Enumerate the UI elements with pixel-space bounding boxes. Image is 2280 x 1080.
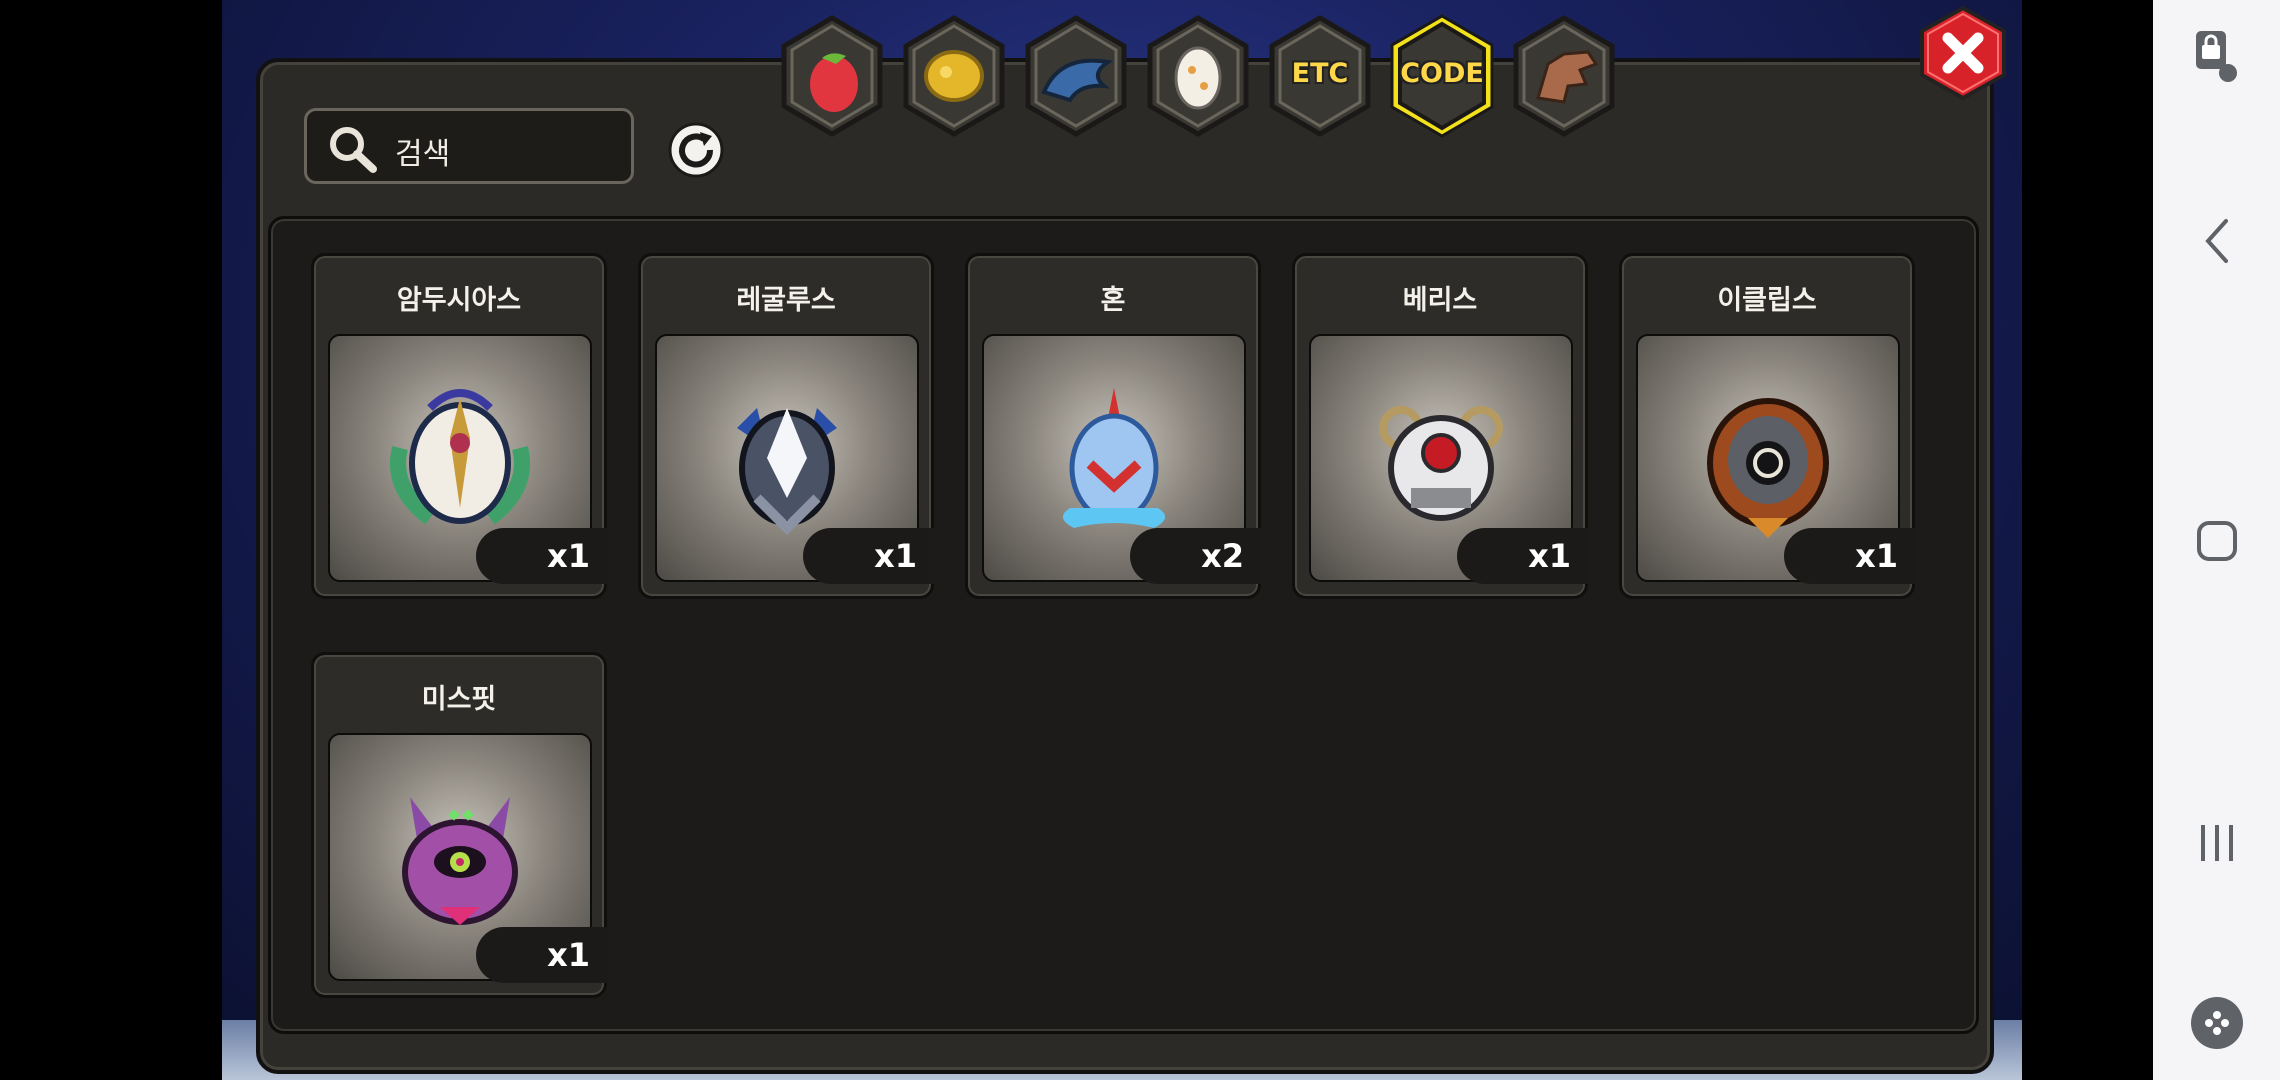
- screen-lock-touch-icon[interactable]: [2153, 22, 2280, 92]
- tab-fruit[interactable]: [776, 14, 888, 138]
- item-name: 혼: [1100, 285, 1126, 316]
- tab-etc-label: ETC: [1291, 58, 1349, 89]
- item-count: x1: [803, 528, 935, 584]
- letterbox-right: [2022, 0, 2153, 1080]
- item-count: x1: [476, 927, 608, 983]
- item-name: 레굴루스: [736, 285, 836, 316]
- item-count: x1: [1784, 528, 1916, 584]
- item-grid: 암두시아스 x1 레굴루스 x1 혼 x2 베리스 x1 이클립스 x1 미스핏…: [268, 216, 1979, 1034]
- item-card[interactable]: 암두시아스 x1: [311, 253, 608, 599]
- item-name: 이클립스: [1717, 285, 1817, 316]
- refresh-icon: [668, 122, 724, 178]
- tab-dragon-scale[interactable]: [1020, 14, 1132, 138]
- item-name: 암두시아스: [396, 285, 522, 316]
- dragon-scale-icon: [1041, 58, 1114, 103]
- item-card[interactable]: 미스핏 x1: [311, 652, 608, 998]
- close-button[interactable]: [1916, 4, 2010, 102]
- refresh-button[interactable]: [666, 120, 726, 180]
- item-card[interactable]: 혼 x2: [965, 253, 1262, 599]
- tab-code[interactable]: CODE: [1386, 14, 1498, 138]
- android-nav-bar: [2153, 0, 2280, 1080]
- inventory-panel: 검색 암두시아스 x1 레굴루스 x1 혼 x2 베리스 x1 이클립스 x1 …: [256, 58, 1994, 1074]
- recent-apps-button[interactable]: [2153, 808, 2280, 878]
- search-placeholder: 검색: [395, 137, 451, 172]
- home-button[interactable]: [2153, 506, 2280, 576]
- item-card[interactable]: 레굴루스 x1: [638, 253, 935, 599]
- search-input[interactable]: 검색: [304, 108, 634, 184]
- item-card[interactable]: 이클립스 x1: [1619, 253, 1916, 599]
- close-icon: [1920, 5, 2006, 101]
- tab-gold[interactable]: [898, 14, 1010, 138]
- fruit-icon: [810, 53, 858, 112]
- tab-code-label: CODE: [1400, 58, 1484, 89]
- item-count: x1: [1457, 528, 1589, 584]
- back-button[interactable]: [2153, 206, 2280, 276]
- item-name: 미스핏: [421, 684, 497, 715]
- item-name: 베리스: [1402, 285, 1478, 316]
- egg-icon: [1174, 46, 1222, 110]
- item-count: x2: [1130, 528, 1262, 584]
- dragon-head-icon: [1536, 50, 1599, 104]
- letterbox-left: [0, 0, 222, 1080]
- item-count: x1: [476, 528, 608, 584]
- item-card[interactable]: 베리스 x1: [1292, 253, 1589, 599]
- search-icon: [325, 123, 381, 179]
- tab-egg[interactable]: [1142, 14, 1254, 138]
- tab-etc[interactable]: ETC: [1264, 14, 1376, 138]
- gold-ore-icon: [924, 50, 984, 102]
- tab-dragon[interactable]: [1508, 14, 1620, 138]
- game-tools-icon[interactable]: [2153, 988, 2280, 1058]
